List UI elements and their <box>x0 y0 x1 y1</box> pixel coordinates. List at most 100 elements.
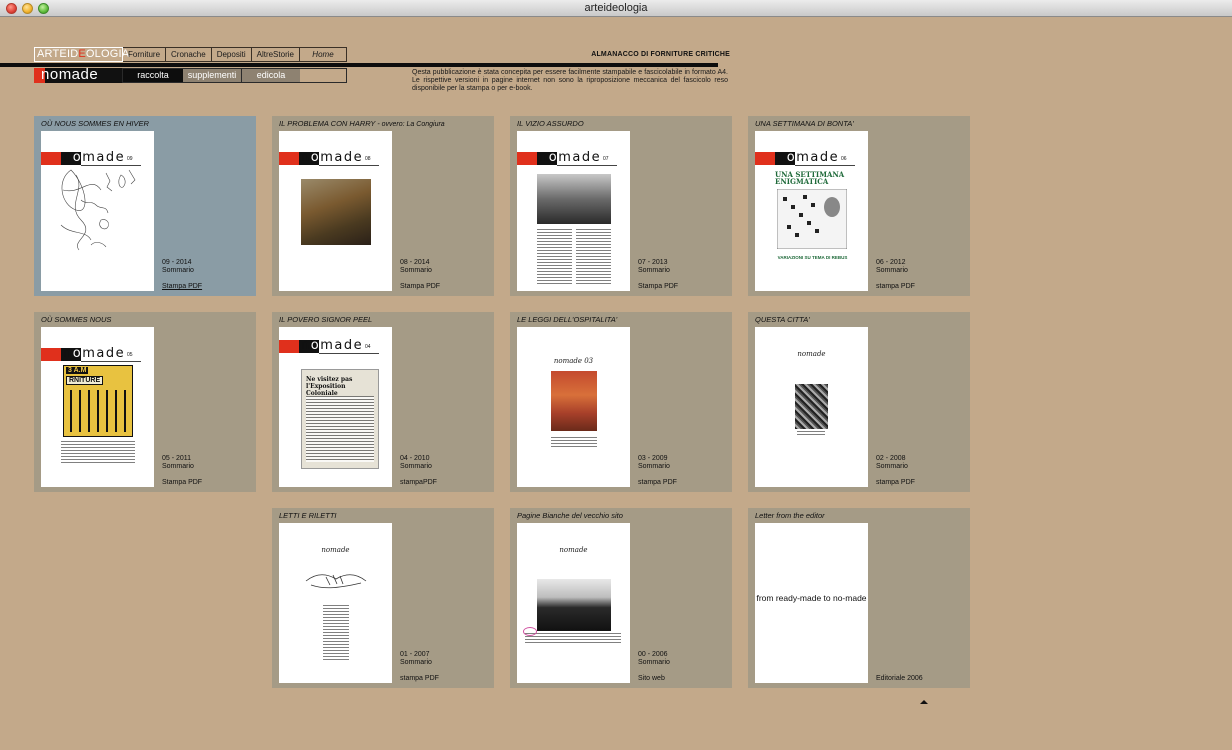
cover-photo <box>537 174 611 224</box>
issue-cover[interactable]: nomade 05 3 A.M RNITURE <box>41 327 154 487</box>
issue-cover[interactable]: nomade 04 Ne visitez pas l'Exposition Col… <box>279 327 392 487</box>
logo-part1: ARTEID <box>37 48 79 60</box>
logo-made: made <box>58 68 99 83</box>
cover-masthead: nomade 03 <box>553 357 594 365</box>
cover-masthead: nomade 06 <box>755 150 868 166</box>
issue-card[interactable]: QUESTA CITTA' nomade 02 - 2008 Sommario … <box>748 312 970 492</box>
cover-poster-text: Ne visitez pas l'Exposition Coloniale <box>306 376 353 397</box>
download-link[interactable]: stampa PDF <box>638 479 677 486</box>
download-link[interactable]: Stampa PDF <box>400 283 440 290</box>
issue-card[interactable]: UNA SETTIMANA DI BONTA' nomade 06 UNA SET… <box>748 116 970 296</box>
summary-link[interactable]: Sommario <box>400 463 432 470</box>
cover-index <box>323 605 349 661</box>
issue-date: 07 - 2013 <box>638 259 668 266</box>
issue-cover[interactable]: nomade <box>755 327 868 487</box>
summary-link[interactable]: Sommario <box>638 267 670 274</box>
summary-link[interactable]: Sommario <box>400 659 432 666</box>
cover-text <box>551 437 597 449</box>
issue-title: QUESTA CITTA' <box>755 315 810 324</box>
nomade-logo[interactable]: nomade <box>34 68 122 83</box>
cover-masthead: nomade <box>559 546 588 554</box>
issue-title: Letter from the editor <box>755 511 825 520</box>
sub-navigation: raccolta supplementi edicola <box>122 68 347 83</box>
cover-poster: Ne visitez pas l'Exposition Coloniale <box>301 369 379 469</box>
nav-forniture[interactable]: Forniture <box>123 47 167 62</box>
issue-cover[interactable]: nomade 07 <box>517 131 630 291</box>
cover-text-column <box>576 229 611 285</box>
nav-cronache[interactable]: Cronache <box>166 47 212 62</box>
tab-raccolta[interactable]: raccolta <box>123 69 183 82</box>
download-link[interactable]: Stampa PDF <box>638 283 678 290</box>
issue-date: 04 - 2010 <box>400 455 430 462</box>
cover-sign: 3 A.M <box>66 367 89 374</box>
cover-footer: VARIAZIONI SU TEMA DI REBUS <box>777 255 848 260</box>
nav-altrestorie[interactable]: AltreStorie <box>251 47 300 62</box>
nav-home[interactable]: Home <box>299 47 347 62</box>
download-link[interactable]: Stampa PDF <box>162 479 202 486</box>
issue-card[interactable]: IL POVERO SIGNOR PEEL nomade 04 Ne visite… <box>272 312 494 492</box>
tab-supplementi[interactable]: supplementi <box>183 69 241 82</box>
cover-text <box>61 441 135 465</box>
site-logo[interactable]: ARTEIDEOLOGIA <box>34 47 129 62</box>
cover-poster-body <box>306 396 374 462</box>
summary-link[interactable]: Sommario <box>162 463 194 470</box>
issue-title: LE LEGGI DELL'OSPITALITA' <box>517 315 618 324</box>
issue-title: LETTI E RILETTI <box>279 511 337 520</box>
handshake-illustration <box>305 574 367 589</box>
issue-title: IL VIZIO ASSURDO <box>517 119 584 128</box>
tab-empty <box>300 69 346 82</box>
download-link[interactable]: Sito web <box>638 675 665 682</box>
summary-link[interactable]: Sommario <box>162 267 194 274</box>
issue-card[interactable]: LE LEGGI DELL'OSPITALITA' nomade 03 03 -… <box>510 312 732 492</box>
window-title: arteideologia <box>584 2 648 14</box>
download-link[interactable]: stampa PDF <box>876 283 915 290</box>
tab-edicola[interactable]: edicola <box>241 69 300 82</box>
summary-link[interactable]: Sommario <box>876 463 908 470</box>
issue-title: Pagine Bianche del vecchio sito <box>517 511 623 520</box>
cover-masthead: nomade 04 <box>279 338 392 354</box>
issue-cover[interactable]: nomade 08 <box>279 131 392 291</box>
summary-link[interactable]: Sommario <box>638 659 670 666</box>
issue-cover[interactable]: nomade 06 UNA SETTIMANA ENIGMATICA VARIAZ… <box>755 131 868 291</box>
issue-card[interactable]: IL PROBLEMA CON HARRY - ovvero: La Congi… <box>272 116 494 296</box>
issue-cover[interactable]: nomade 09 <box>41 131 154 291</box>
issue-title: UNA SETTIMANA DI BONTA' <box>755 119 854 128</box>
issue-card[interactable]: Letter from the editor from ready-made t… <box>748 508 970 688</box>
issue-cover[interactable]: from ready-made to no-made <box>755 523 868 683</box>
issue-cover[interactable]: nomade <box>279 523 392 683</box>
summary-link[interactable]: Sommario <box>876 267 908 274</box>
editor-cover-text: from ready-made to no-made <box>756 593 867 603</box>
download-link[interactable]: stampaPDF <box>400 479 437 486</box>
issue-card[interactable]: OÙ SOMMES NOUS nomade 05 3 A.M RNITURE 05… <box>34 312 256 492</box>
logo-part2: E <box>78 48 86 60</box>
download-link[interactable]: stampa PDF <box>400 675 439 682</box>
logo-word: nomade <box>41 68 98 82</box>
top-navigation: Forniture Cronache Depositi AltreStorie … <box>123 47 347 62</box>
cover-masthead: nomade 05 <box>41 346 154 362</box>
rebus-grid <box>777 189 847 249</box>
cover-masthead: nomade 08 <box>279 150 392 166</box>
issue-cover[interactable]: nomade 03 <box>517 327 630 487</box>
issue-card[interactable]: Pagine Bianche del vecchio sito nomade 0… <box>510 508 732 688</box>
issue-date: 05 - 2011 <box>162 455 192 462</box>
download-link[interactable]: stampa PDF <box>876 479 915 486</box>
issue-card[interactable]: IL VIZIO ASSURDO nomade 07 07 - 2013 Somm… <box>510 116 732 296</box>
cover-illustration-detail <box>70 390 126 432</box>
issue-cover[interactable]: nomade <box>517 523 630 683</box>
scroll-top-icon[interactable] <box>920 700 928 704</box>
issue-title: IL PROBLEMA CON HARRY - ovvero: La Congi… <box>279 119 445 128</box>
issue-title: OÙ SOMMES NOUS <box>41 315 112 324</box>
issue-title-main: IL PROBLEMA CON HARRY <box>279 119 376 128</box>
issue-date: 06 - 2012 <box>876 259 906 266</box>
issue-title: IL POVERO SIGNOR PEEL <box>279 315 373 324</box>
summary-link[interactable]: Sommario <box>400 267 432 274</box>
issue-card[interactable]: OÙ NOUS SOMMES EN HIVER nomade 09 09 - 20… <box>34 116 256 296</box>
issue-title-suffix: - ovvero: La Congiura <box>375 121 445 128</box>
download-link[interactable]: Editoriale 2006 <box>876 675 923 682</box>
issue-card[interactable]: LETTI E RILETTI nomade 01 - 2007 Sommari… <box>272 508 494 688</box>
download-link[interactable]: Stampa PDF <box>162 283 202 290</box>
cover-masthead: nomade <box>321 546 350 554</box>
cover-photo <box>537 579 611 631</box>
summary-link[interactable]: Sommario <box>638 463 670 470</box>
nav-depositi[interactable]: Depositi <box>211 47 252 62</box>
